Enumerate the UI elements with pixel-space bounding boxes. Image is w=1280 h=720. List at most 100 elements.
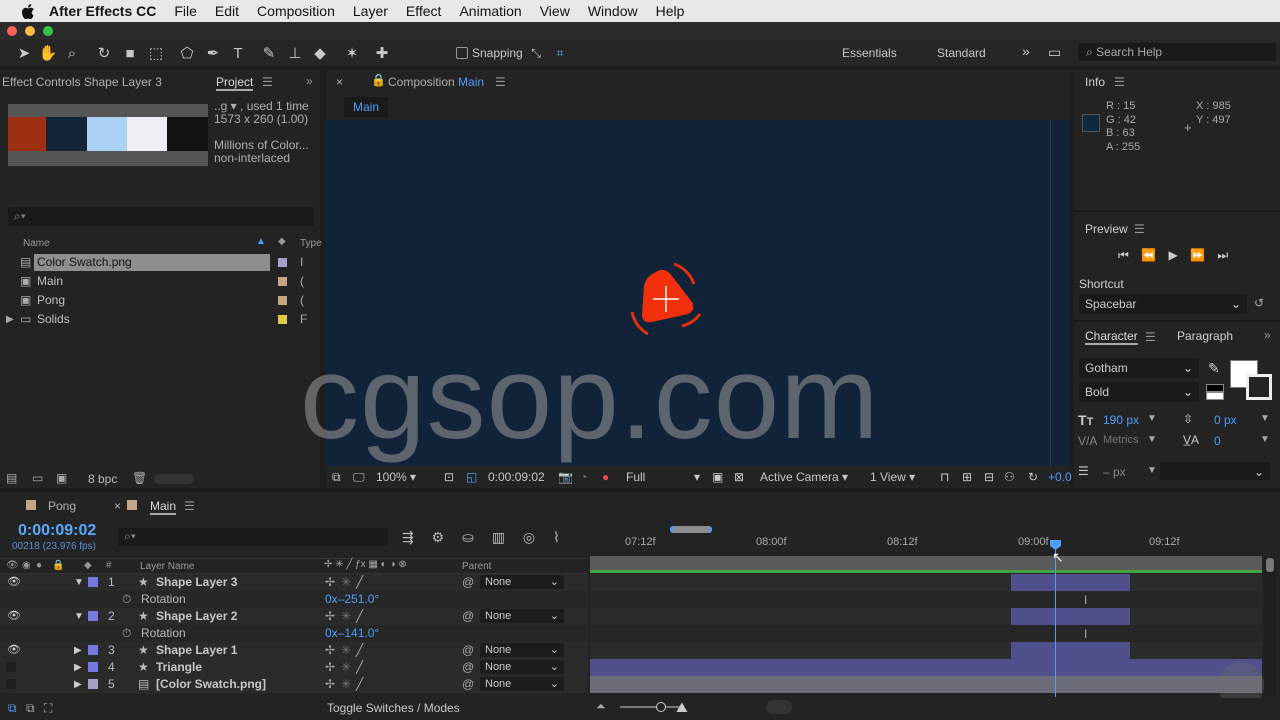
layer-name-header[interactable]: Layer Name <box>140 561 194 572</box>
collapse-switch-icon[interactable]: ✳ <box>341 642 351 659</box>
property-track[interactable]: I <box>590 591 1262 608</box>
snapping-checkbox[interactable] <box>456 47 468 59</box>
label-color[interactable] <box>278 277 287 286</box>
menu-composition[interactable]: Composition <box>248 3 344 19</box>
eye-icon[interactable]: 👁 <box>7 574 21 591</box>
layer-track[interactable] <box>590 642 1262 659</box>
tab-composition[interactable]: Composition Main <box>388 75 484 89</box>
new-composition-icon[interactable]: ▣ <box>56 471 67 485</box>
solo-header-icon[interactable]: ● <box>36 560 42 571</box>
property-row[interactable]: ⏱ Rotation 0x–141.0° <box>0 625 588 642</box>
expand-panels-icon[interactable]: » <box>306 74 313 88</box>
preview-panel-title[interactable]: Preview <box>1085 222 1128 236</box>
collapse-switch-icon[interactable]: ✳ <box>341 659 351 676</box>
resolution-chevron-icon[interactable]: ▾ <box>694 470 700 484</box>
stroke-style-dropdown[interactable]: ⌄ <box>1160 462 1270 480</box>
fast-previews-icon[interactable]: ▣ <box>712 470 723 484</box>
in-out-icon[interactable]: ⛶ <box>44 701 52 716</box>
reset-icon[interactable]: ↻ <box>1028 470 1038 484</box>
current-time-indicator[interactable] <box>1055 545 1056 697</box>
views-dropdown[interactable]: 1 View ▾ <box>870 470 915 484</box>
transparency-grid-icon[interactable]: ◱ <box>466 470 477 484</box>
menu-file[interactable]: File <box>165 3 206 19</box>
eyedropper-icon[interactable]: ✎ <box>1208 360 1220 377</box>
pick-whip-icon[interactable]: @ <box>462 608 474 625</box>
show-snapshot-icon[interactable]: ◔ <box>580 470 587 484</box>
expand-icon[interactable]: ▶ <box>6 310 14 329</box>
chevron-down-icon[interactable]: ▼ <box>1147 413 1157 424</box>
scrollbar-thumb[interactable] <box>1266 558 1274 572</box>
pick-whip-icon[interactable]: @ <box>462 574 474 591</box>
close-tab-icon[interactable]: × <box>114 499 121 513</box>
pick-whip-icon[interactable]: @ <box>462 659 474 676</box>
roto-brush-tool-icon[interactable]: ✶ <box>342 43 362 63</box>
comp-subtab-main[interactable]: Main <box>344 97 389 117</box>
property-row[interactable]: ⏱ Rotation 0x–251.0° <box>0 591 588 608</box>
channel-icon[interactable]: ● <box>602 470 609 484</box>
next-frame-icon[interactable]: ⏩ <box>1190 248 1205 262</box>
layer-track[interactable] <box>590 659 1262 676</box>
interpret-footage-icon[interactable]: ▤ <box>6 471 17 485</box>
menu-animation[interactable]: Animation <box>450 3 530 19</box>
layer-row[interactable]: 👁 ▼ 1 ★ Shape Layer 3 ✢ ✳ ╱ @ None ⌄ <box>0 574 588 591</box>
layer-row[interactable]: ▶ 5 ▤ [Color Swatch.png] ✢ ✳ ╱ @ None ⌄ <box>0 676 588 693</box>
character-panel-menu-icon[interactable]: ☰ <box>1145 330 1156 344</box>
layer-label-color[interactable] <box>88 611 98 621</box>
time-navigator[interactable] <box>670 526 712 533</box>
lock-header-icon[interactable]: 🔒 <box>52 560 64 571</box>
layer-bar[interactable] <box>590 659 1262 676</box>
chevron-down-icon[interactable]: ▼ <box>1260 413 1270 424</box>
hand-tool-icon[interactable]: ✋ <box>38 43 58 63</box>
collapse-switch-icon[interactable]: ✳ <box>341 574 351 591</box>
project-search-input[interactable]: ⌕▾ <box>8 207 314 226</box>
property-track[interactable]: I <box>590 625 1262 642</box>
layer-row[interactable]: ▶ 4 ★ Triangle ✢ ✳ ╱ @ None ⌄ <box>0 659 588 676</box>
more-workspaces-icon[interactable]: » <box>1022 43 1030 59</box>
timeline-tab-pong[interactable]: Pong <box>48 499 76 513</box>
transfer-controls-icon[interactable]: ⧉ <box>26 701 35 716</box>
eraser-tool-icon[interactable]: ◆ <box>310 43 330 63</box>
layer-track[interactable] <box>590 676 1262 693</box>
previous-frame-icon[interactable]: ⏪ <box>1141 248 1156 262</box>
stopwatch-icon[interactable]: ⏱ <box>122 625 131 642</box>
play-icon[interactable]: ▶ <box>1168 248 1177 262</box>
menu-layer[interactable]: Layer <box>344 3 397 19</box>
selection-tool-icon[interactable]: ➤ <box>14 43 34 63</box>
audio-header-icon[interactable]: ◉ <box>22 560 31 571</box>
collapse-switch-icon[interactable]: ✳ <box>341 676 351 693</box>
white-swatch[interactable] <box>1206 392 1224 400</box>
tab-effect-controls[interactable]: Effect Controls Shape Layer 3 <box>2 75 162 89</box>
twirl-right-icon[interactable]: ▶ <box>74 676 82 693</box>
flowchart-icon[interactable]: ⚇ <box>1004 470 1015 484</box>
layer-label-color[interactable] <box>88 679 98 689</box>
shy-switch-icon[interactable]: ✢ <box>325 642 335 659</box>
kerning-value[interactable]: Metrics <box>1103 434 1138 446</box>
brush-tool-icon[interactable]: ✎ <box>259 43 279 63</box>
project-item[interactable]: ▣ Main ( <box>0 272 320 291</box>
tab-project[interactable]: Project <box>216 75 254 91</box>
trash-icon[interactable]: 🗑 <box>132 471 147 485</box>
timeline-scrollbar[interactable] <box>1264 556 1276 696</box>
shy-switch-icon[interactable]: ✢ <box>325 574 335 591</box>
font-family-dropdown[interactable]: Gotham ⌄ <box>1079 358 1199 378</box>
preview-panel-menu-icon[interactable]: ☰ <box>1134 222 1145 236</box>
puppet-pin-tool-icon[interactable]: ✚ <box>372 43 392 63</box>
rotation-tool-icon[interactable]: ↻ <box>94 43 114 63</box>
pick-whip-icon[interactable]: @ <box>462 676 474 693</box>
thumbnail-slider[interactable] <box>154 474 194 484</box>
layer-label-color[interactable] <box>88 662 98 672</box>
toggle-switches-modes[interactable]: Toggle Switches / Modes <box>327 701 460 715</box>
project-item[interactable]: ▣ Pong ( <box>0 291 320 310</box>
app-menu[interactable]: After Effects CC <box>35 3 165 19</box>
zoom-slider[interactable] <box>620 702 682 712</box>
motion-blur-icon[interactable]: ◎ <box>523 529 535 545</box>
expand-panels-icon[interactable]: » <box>1264 328 1271 342</box>
label-header-icon[interactable]: ◆ <box>84 560 92 571</box>
zoom-out-icon[interactable]: ⏶ <box>596 699 606 714</box>
tracking-value[interactable]: 0 <box>1214 434 1221 448</box>
work-area-bar[interactable] <box>590 556 1262 570</box>
reset-shortcut-icon[interactable]: ↺ <box>1254 296 1264 310</box>
eye-header-icon[interactable]: 👁 <box>6 560 19 571</box>
clone-stamp-tool-icon[interactable]: ⊥ <box>285 43 305 63</box>
parent-header[interactable]: Parent <box>462 561 491 572</box>
